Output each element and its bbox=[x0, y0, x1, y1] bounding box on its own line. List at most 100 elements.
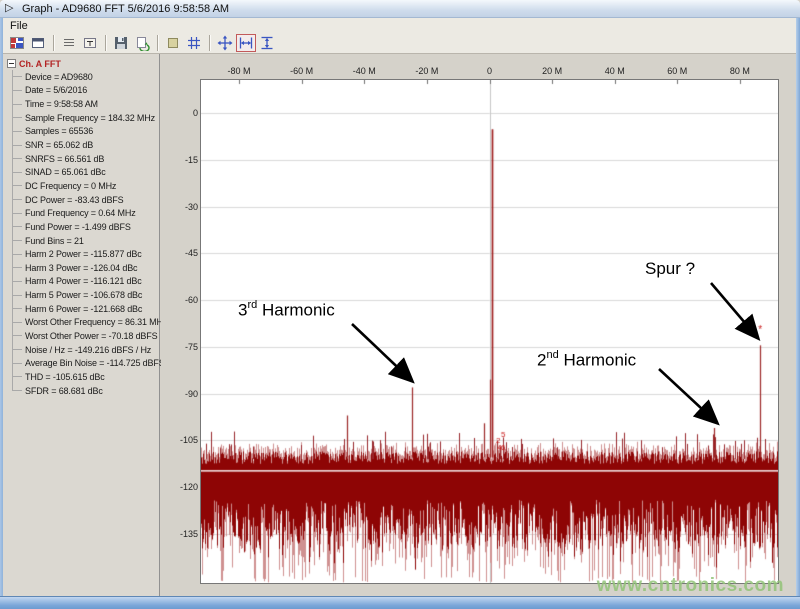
save-icon bbox=[113, 35, 129, 51]
tree-item-label: Noise / Hz = -149.216 dBFS / Hz bbox=[25, 344, 152, 355]
tree-connector bbox=[12, 247, 22, 261]
toolbar-separator bbox=[105, 35, 107, 51]
tree-connector bbox=[12, 97, 22, 111]
tree-collapse-icon[interactable] bbox=[7, 59, 16, 68]
tree-connector bbox=[12, 220, 22, 234]
tree-item-label: Harm 2 Power = -115.877 dBc bbox=[25, 249, 142, 260]
toolbar-button-graph-properties-icon[interactable] bbox=[28, 34, 48, 52]
toolbar-button-fit-horizontal-icon[interactable] bbox=[236, 34, 256, 52]
tree-item: Fund Frequency = 0.64 MHz bbox=[11, 206, 159, 221]
tree-item: SNRFS = 66.561 dB bbox=[11, 151, 159, 166]
tree-item: Harm 5 Power = -106.678 dBc bbox=[11, 288, 159, 302]
y-axis-tick-label: -75 bbox=[184, 341, 198, 352]
tree-connector bbox=[12, 206, 22, 221]
tree-connector bbox=[12, 233, 22, 248]
tree-connector bbox=[12, 83, 22, 98]
tree-item-label: SNR = 65.062 dB bbox=[25, 140, 94, 151]
tree-item-label: Worst Other Power = -70.18 dBFS bbox=[25, 330, 158, 341]
y-axis-tick-label: -90 bbox=[184, 388, 198, 399]
toolbar bbox=[3, 33, 796, 54]
y-axis-tick-label: -60 bbox=[184, 295, 198, 306]
tree-item: Date = 5/6/2016 bbox=[11, 83, 159, 98]
fit-horizontal-icon bbox=[238, 35, 254, 51]
x-axis-tick-label: 80 M bbox=[729, 66, 750, 76]
tree-item: SNR = 65.062 dB bbox=[11, 138, 159, 152]
tree-item: Time = 9:58:58 AM bbox=[11, 97, 159, 111]
menu-file[interactable]: File bbox=[3, 18, 35, 33]
tree-connector bbox=[12, 124, 22, 139]
toolbar-separator bbox=[209, 35, 211, 51]
graph-properties-icon bbox=[30, 35, 46, 51]
y-axis-tick-label: 0 bbox=[192, 108, 198, 118]
y-axis-tick-label: -15 bbox=[184, 154, 198, 165]
watermark: www.cntronics.com bbox=[596, 575, 784, 596]
tree-item: Worst Other Frequency = 86.31 MHz bbox=[11, 315, 167, 330]
tree-item: SFDR = 68.681 dBc bbox=[11, 383, 159, 398]
tree-item: Samples = 65536 bbox=[11, 124, 159, 139]
toolbar-button-grid-icon[interactable] bbox=[184, 34, 204, 52]
tree-item-label: DC Frequency = 0 MHz bbox=[25, 180, 117, 191]
fft-plot[interactable] bbox=[200, 79, 779, 584]
toolbar-button-fit-vertical-icon[interactable] bbox=[257, 34, 277, 52]
tree-item: Harm 2 Power = -115.877 dBc bbox=[11, 247, 159, 261]
toolbar-button-samples-list-icon[interactable] bbox=[59, 34, 79, 52]
cursor-tool-icon bbox=[82, 35, 98, 51]
tree-connector bbox=[12, 370, 22, 384]
x-axis-tick-label: 0 bbox=[486, 66, 492, 76]
tree-item-label: SINAD = 65.061 dBc bbox=[25, 167, 106, 178]
tree-connector bbox=[12, 383, 22, 392]
annotation-label: 3rd Harmonic bbox=[238, 299, 335, 320]
tree-item: Worst Other Power = -70.18 dBFS bbox=[11, 329, 159, 343]
tree-item: Device = AD9680 bbox=[11, 70, 159, 84]
tree-item-label: Harm 5 Power = -106.678 dBc bbox=[25, 290, 143, 301]
tree-item-label: Average Bin Noise = -114.725 dBFS bbox=[25, 358, 165, 369]
x-axis-tick-label: 40 M bbox=[604, 66, 625, 76]
tree-connector bbox=[12, 179, 22, 193]
tree-connector bbox=[12, 288, 22, 302]
fft-tree: Device = AD9680 Date = 5/6/2016 Time = 9:5… bbox=[11, 70, 167, 398]
tree-item-label: THD = -105.615 dBc bbox=[25, 371, 105, 382]
tree-item: Average Bin Noise = -114.725 dBFS bbox=[11, 356, 165, 371]
toolbar-button-chart-thumbnail-icon[interactable] bbox=[7, 34, 27, 52]
tree-connector bbox=[12, 301, 22, 316]
chart-thumbnail-icon bbox=[9, 35, 25, 51]
window-border-bottom bbox=[0, 596, 800, 609]
tree-item-label: Fund Bins = 21 bbox=[25, 235, 84, 246]
tree-connector bbox=[12, 342, 22, 357]
x-axis-tick-label: -20 M bbox=[415, 66, 439, 76]
fft-stats-panel: Ch. A FFT Device = AD9680 Date = 5/6/2016… bbox=[3, 54, 167, 596]
tree-item-label: DC Power = -83.43 dBFS bbox=[25, 194, 124, 205]
tree-root-row: Ch. A FFT bbox=[7, 57, 159, 70]
toolbar-separator bbox=[53, 35, 55, 51]
title-bar: ▷ Graph - AD9680 FFT 5/6/2016 9:58:58 AM bbox=[0, 0, 800, 18]
toolbar-button-save-icon[interactable] bbox=[111, 34, 131, 52]
toolbar-button-cursor-tool-icon[interactable] bbox=[80, 34, 100, 52]
toolbar-button-fit-all-icon[interactable] bbox=[215, 34, 235, 52]
y-axis-tick-label: -45 bbox=[184, 248, 198, 259]
tree-connector bbox=[12, 356, 22, 371]
tree-connector bbox=[12, 329, 22, 343]
refresh-export-icon bbox=[134, 35, 150, 51]
annotation-label: Spur ? bbox=[645, 259, 696, 278]
samples-list-icon bbox=[61, 35, 77, 51]
x-axis-tick-label: -80 M bbox=[227, 66, 251, 76]
tree-connector bbox=[12, 165, 22, 180]
tree-item: DC Power = -83.43 dBFS bbox=[11, 192, 159, 207]
menu-bar: File bbox=[3, 18, 796, 33]
tree-item-label: Sample Frequency = 184.32 MHz bbox=[25, 112, 155, 123]
tree-item: THD = -105.615 dBc bbox=[11, 370, 159, 384]
toolbar-button-single-capture-icon[interactable] bbox=[163, 34, 183, 52]
tree-item-label: Harm 4 Power = -116.121 dBc bbox=[25, 276, 142, 287]
y-axis-tick-label: -135 bbox=[179, 529, 198, 539]
toolbar-button-refresh-export-icon[interactable] bbox=[132, 34, 152, 52]
tree-item-label: Harm 6 Power = -121.668 dBc bbox=[25, 303, 143, 314]
fft-spectrum-canvas[interactable] bbox=[201, 80, 778, 583]
tree-item: Fund Bins = 21 bbox=[11, 233, 159, 248]
tree-item: Harm 6 Power = -121.668 dBc bbox=[11, 301, 159, 316]
toolbar-separator bbox=[157, 35, 159, 51]
tree-root-label[interactable]: Ch. A FFT bbox=[19, 59, 61, 69]
tree-item-label: SNRFS = 66.561 dB bbox=[25, 153, 105, 164]
tree-connector bbox=[12, 70, 22, 84]
fit-vertical-icon bbox=[259, 35, 275, 51]
tree-item: DC Frequency = 0 MHz bbox=[11, 179, 159, 193]
